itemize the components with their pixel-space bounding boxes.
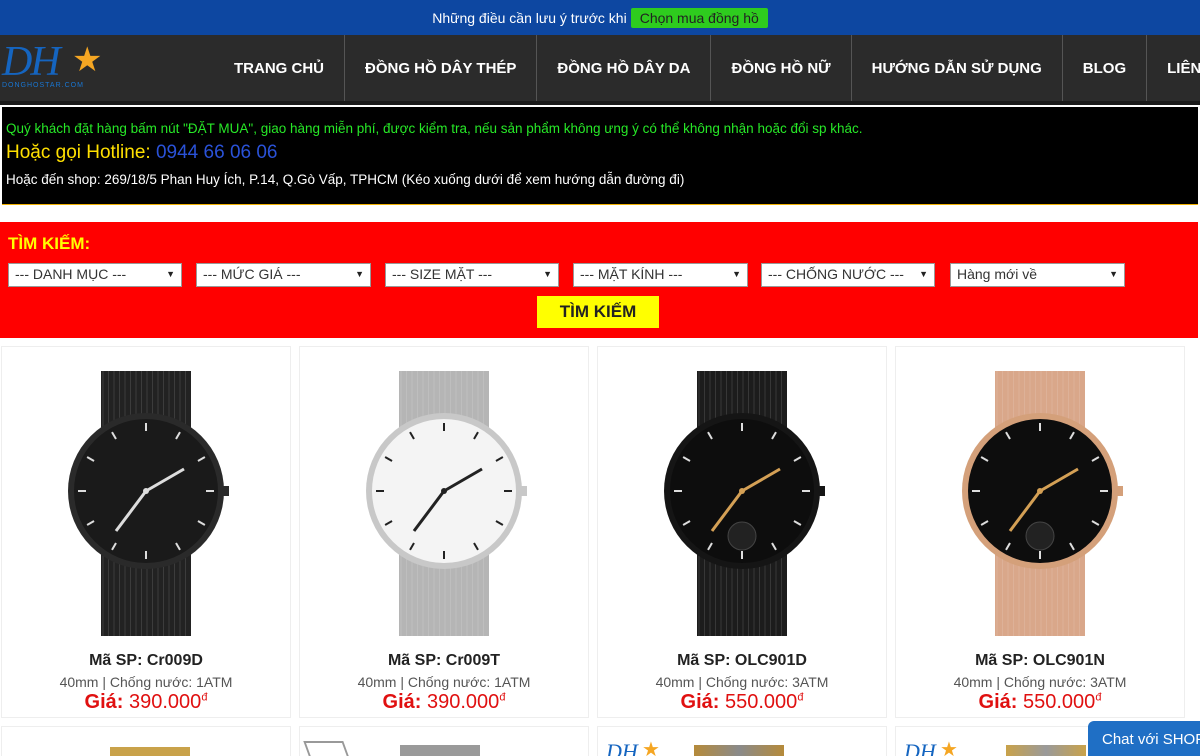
- star-icon: ★: [642, 739, 660, 756]
- menu-item-contact[interactable]: LIÊN HỆ: [1147, 35, 1200, 101]
- product-price: Giá: 390.000đ: [2, 691, 290, 714]
- logo-mark: DH: [606, 739, 638, 756]
- sort-select[interactable]: Hàng mới về ▼: [950, 263, 1125, 287]
- hotline-label: Hoặc gọi Hotline:: [6, 142, 151, 163]
- search-title: TÌM KIẾM:: [8, 234, 91, 253]
- logo-mark: DH: [2, 39, 61, 85]
- product-code: Mã SP: Cr009D: [89, 652, 203, 669]
- notice-text: Những điều cần lưu ý trước khi: [432, 9, 627, 26]
- price-label: Giá:: [680, 691, 720, 713]
- star-icon: ★: [940, 739, 958, 756]
- category-select[interactable]: --- DANH MỤC --- ▼: [8, 263, 182, 287]
- product-spec: 40mm | Chống nước: 1ATM: [357, 674, 531, 690]
- watch-image: [664, 371, 825, 636]
- top-notice-bar: Những điều cần lưu ý trước khi Chọn mua …: [0, 0, 1200, 35]
- dial-size-select-value: --- SIZE MẶT ---: [392, 266, 493, 282]
- product-card-partial[interactable]: DH ★: [597, 726, 887, 756]
- logo-subtitle: DONGHOSTAR.COM: [2, 82, 84, 89]
- water-resistance-select-value: --- CHỐNG NƯỚC ---: [768, 266, 904, 282]
- menu-item-women[interactable]: ĐỒNG HỒ NỮ: [711, 35, 852, 101]
- chevron-down-icon: ▼: [166, 269, 175, 279]
- glass-select-value: --- MẶT KÍNH ---: [580, 266, 683, 282]
- price-select-value: --- MỨC GIÁ ---: [203, 266, 301, 282]
- price-select[interactable]: --- MỨC GIÁ --- ▼: [196, 263, 371, 287]
- dial-size-select[interactable]: --- SIZE MẶT --- ▼: [385, 263, 559, 287]
- order-info-text: Quý khách đặt hàng bấm nút "ĐẶT MUA", gi…: [6, 121, 863, 136]
- star-icon: ★: [72, 41, 103, 79]
- chat-with-shop-button[interactable]: Chat với SHOP: [1088, 721, 1200, 756]
- info-banner: Quý khách đặt hàng bấm nút "ĐẶT MUA", gi…: [2, 107, 1198, 205]
- product-code: Mã SP: OLC901D: [677, 652, 807, 669]
- watch-strap-image: [1006, 745, 1086, 756]
- main-navbar: DH ★ DONGHOSTAR.COM TRANG CHỦ ĐỒNG HỒ DÂ…: [0, 35, 1200, 101]
- product-card[interactable]: Mã SP: Cr009D 40mm | Chống nước: 1ATM Giá:…: [1, 346, 291, 718]
- product-price: Giá: 390.000đ: [300, 691, 588, 714]
- chevron-down-icon: ▼: [355, 269, 364, 279]
- chevron-down-icon: ▼: [732, 269, 741, 279]
- glass-select[interactable]: --- MẶT KÍNH --- ▼: [573, 263, 748, 287]
- price-label: Giá:: [382, 691, 422, 713]
- price-label: Giá:: [978, 691, 1018, 713]
- price-currency: đ: [201, 691, 208, 704]
- product-code: Mã SP: OLC901N: [975, 652, 1105, 669]
- menu-item-leather-strap[interactable]: ĐỒNG HỒ DÂY DA: [537, 35, 712, 101]
- product-spec: 40mm | Chống nước: 3ATM: [953, 674, 1127, 690]
- product-card[interactable]: Mã SP: OLC901D 40mm | Chống nước: 3ATM Giá…: [597, 346, 887, 718]
- product-spec: 40mm | Chống nước: 1ATM: [59, 674, 233, 690]
- watch-strap-image: [110, 747, 190, 756]
- main-menu: TRANG CHỦ ĐỒNG HỒ DÂY THÉP ĐỒNG HỒ DÂY D…: [214, 35, 1200, 101]
- price-value: 390.000: [123, 691, 202, 713]
- menu-item-steel-strap[interactable]: ĐỒNG HỒ DÂY THÉP: [345, 35, 538, 101]
- sort-select-value: Hàng mới về: [957, 266, 1037, 282]
- watch-image: [366, 371, 527, 636]
- product-spec: 40mm | Chống nước: 3ATM: [655, 674, 829, 690]
- chevron-down-icon: ▼: [1109, 269, 1118, 279]
- price-value: 390.000: [421, 691, 500, 713]
- search-button[interactable]: TÌM KIẾM: [537, 296, 659, 328]
- price-currency: đ: [499, 691, 506, 704]
- brand-logo-image: [303, 741, 353, 756]
- price-currency: đ: [1095, 691, 1102, 704]
- price-currency: đ: [797, 691, 804, 704]
- product-card-partial[interactable]: [1, 726, 291, 756]
- watch-image: [68, 371, 229, 636]
- product-code: Mã SP: Cr009T: [387, 652, 501, 669]
- shop-address-text: Hoặc đến shop: 269/18/5 Phan Huy Ích, P.…: [6, 172, 685, 187]
- product-price: Giá: 550.000đ: [896, 691, 1184, 714]
- search-panel: TÌM KIẾM: --- DANH MỤC --- ▼ --- MỨC GIÁ …: [0, 222, 1198, 338]
- nav-divider: [0, 101, 1200, 105]
- menu-item-blog[interactable]: BLOG: [1063, 35, 1148, 101]
- watch-image: [962, 371, 1123, 636]
- watch-strap-image: [400, 745, 480, 756]
- price-value: 550.000: [1017, 691, 1096, 713]
- chevron-down-icon: ▼: [543, 269, 552, 279]
- product-card[interactable]: Mã SP: Cr009T 40mm | Chống nước: 1ATM Giá:…: [299, 346, 589, 718]
- product-price: Giá: 550.000đ: [598, 691, 886, 714]
- product-card-partial[interactable]: [299, 726, 589, 756]
- notice-button[interactable]: Chọn mua đồng hồ: [630, 7, 768, 28]
- site-logo[interactable]: DH ★ DONGHOSTAR.COM: [2, 40, 112, 92]
- price-value: 550.000: [719, 691, 798, 713]
- chevron-down-icon: ▼: [919, 269, 928, 279]
- menu-item-guide[interactable]: HƯỚNG DẪN SỬ DỤNG: [852, 35, 1063, 101]
- hotline-number[interactable]: 0944 66 06 06: [156, 142, 278, 163]
- water-resistance-select[interactable]: --- CHỐNG NƯỚC --- ▼: [761, 263, 935, 287]
- product-card[interactable]: Mã SP: OLC901N 40mm | Chống nước: 3ATM Giá…: [895, 346, 1185, 718]
- logo-mark: DH: [904, 739, 936, 756]
- price-label: Giá:: [84, 691, 124, 713]
- watch-strap-image: [694, 745, 784, 756]
- menu-item-home[interactable]: TRANG CHỦ: [214, 35, 345, 101]
- category-select-value: --- DANH MỤC ---: [15, 266, 127, 282]
- hotline-row: Hoặc gọi Hotline: 0944 66 06 06: [6, 142, 1194, 164]
